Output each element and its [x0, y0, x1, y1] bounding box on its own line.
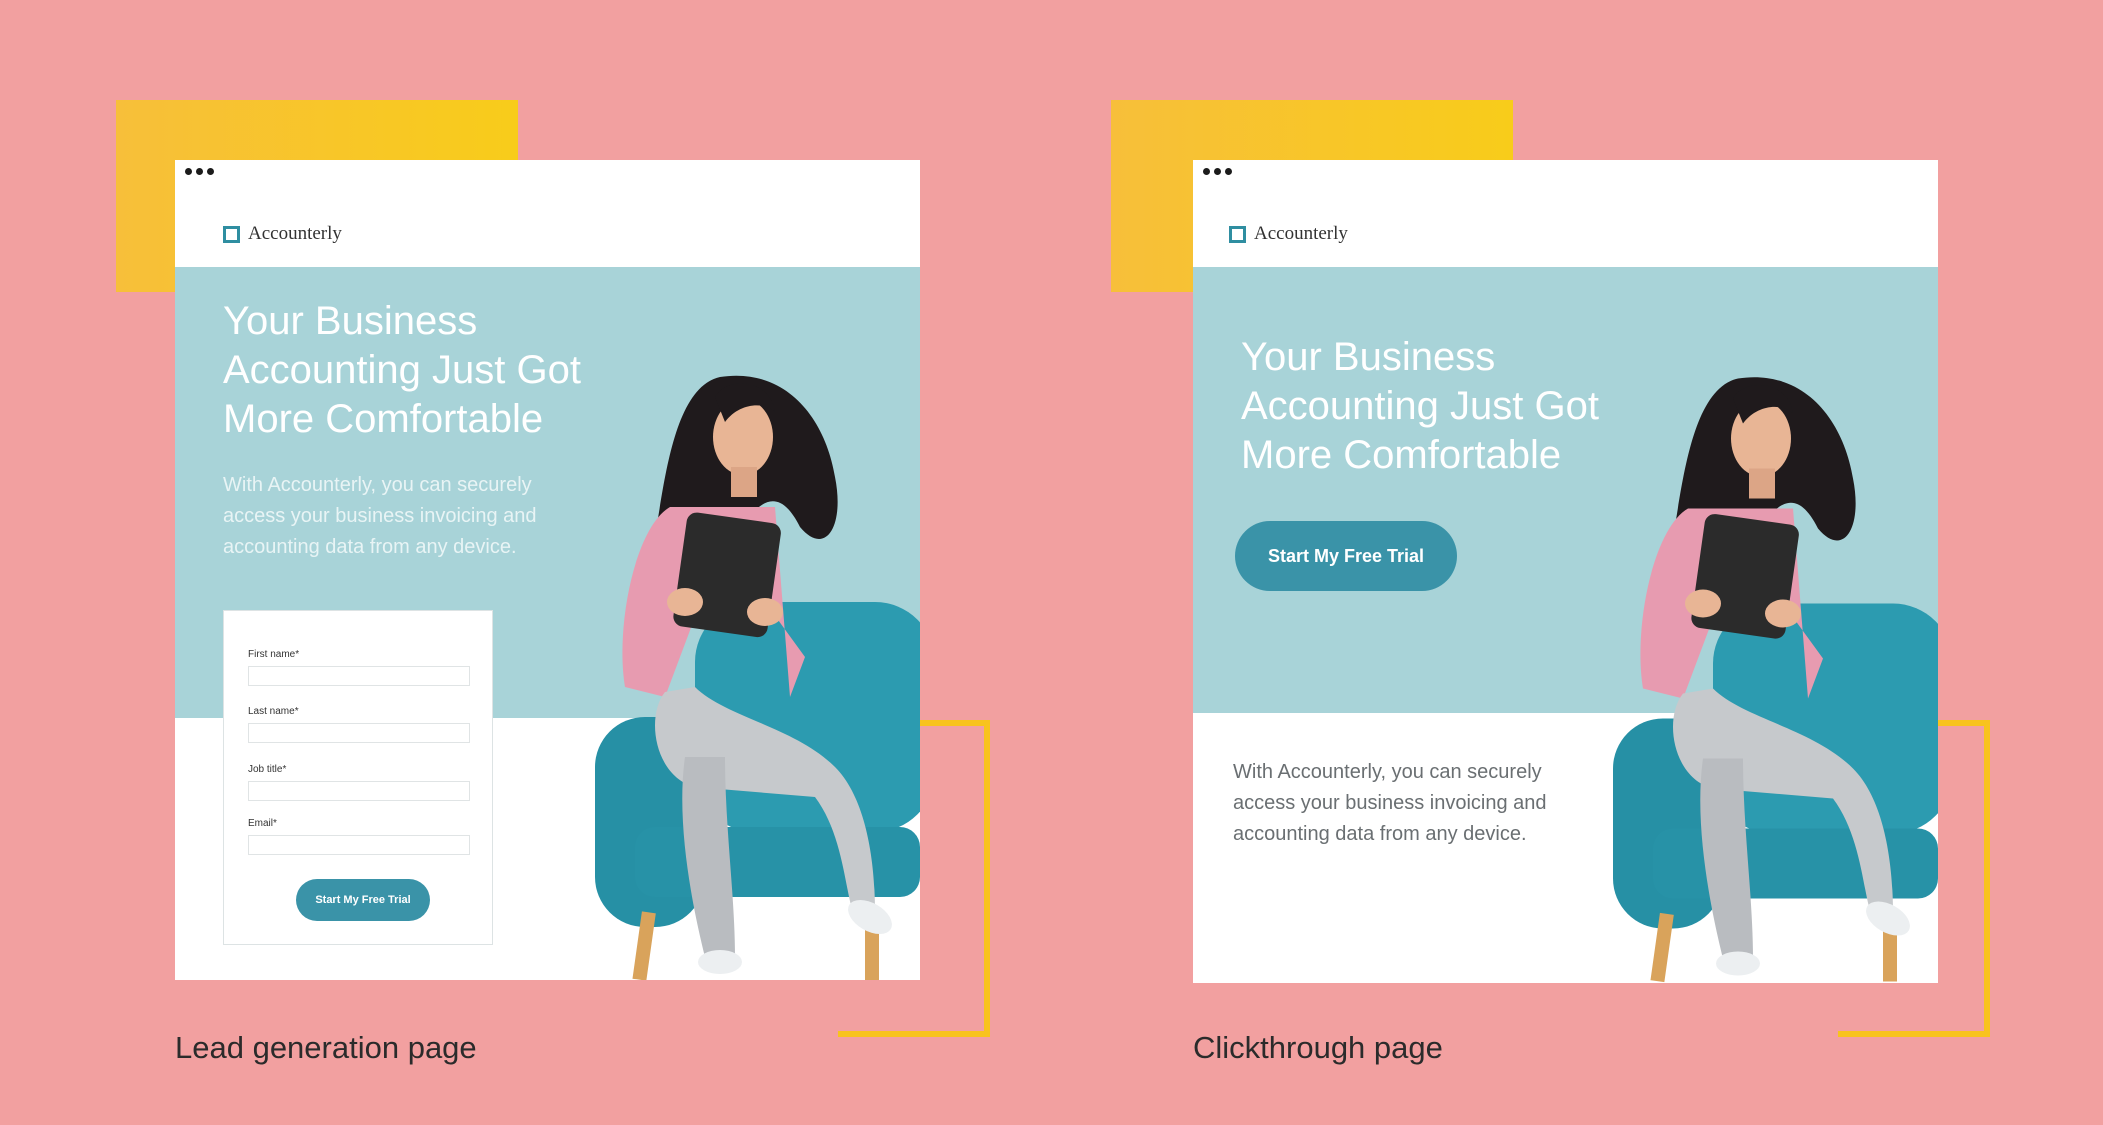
headline-line-2: Accounting Just Got [223, 348, 581, 392]
email-field[interactable] [248, 835, 470, 855]
headline-line-1: Your Business [223, 299, 478, 343]
clickthrough-page-caption: Clickthrough page [1193, 1030, 1443, 1065]
window-dots [185, 168, 214, 175]
last-name-field[interactable] [248, 723, 470, 743]
headline-line-1: Your Business [1241, 335, 1496, 379]
intro-text: With Accounterly, you can securely acces… [1233, 757, 1547, 850]
page-headline: Your Business Accounting Just Got More C… [223, 297, 581, 444]
lead-page-caption: Lead generation page [175, 1030, 477, 1065]
page-headline: Your Business Accounting Just Got More C… [1241, 333, 1599, 480]
job-title-field[interactable] [248, 781, 470, 801]
intro-line-1: With Accounterly, you can securely [1233, 761, 1542, 783]
logo-text: Accounterly [1254, 223, 1348, 244]
headline-line-3: More Comfortable [1241, 433, 1562, 477]
headline-line-3: More Comfortable [223, 397, 544, 441]
intro-line-2: access your business invoicing and [1233, 792, 1547, 814]
intro-line-1: With Accounterly, you can securely [223, 474, 532, 496]
lead-page-mockup: Accounterly Your Business Accounting Jus… [175, 160, 920, 980]
square-outline-icon [1229, 225, 1246, 243]
logo: Accounterly [1229, 223, 1348, 245]
first-name-field[interactable] [248, 666, 470, 686]
first-name-label: First name* [248, 649, 300, 660]
intro-line-3: accounting data from any device. [223, 536, 517, 558]
job-title-label: Job title* [248, 764, 287, 775]
headline-line-2: Accounting Just Got [1241, 384, 1599, 428]
lead-form: First name* Last name* Job title* Email*… [223, 610, 493, 945]
logo-text: Accounterly [248, 223, 342, 244]
last-name-label: Last name* [248, 706, 299, 717]
woman-on-chair-illustration [595, 375, 920, 980]
window-dots [1203, 168, 1232, 175]
hero-section: Your Business Accounting Just Got More C… [175, 267, 920, 980]
woman-on-chair-illustration [1613, 377, 1938, 983]
square-outline-icon [223, 225, 240, 243]
lead-submit-button[interactable]: Start My Free Trial [296, 879, 430, 921]
email-label: Email* [248, 818, 277, 829]
hero-section: Your Business Accounting Just Got More C… [1193, 267, 1938, 983]
start-free-trial-button[interactable]: Start My Free Trial [1235, 521, 1457, 591]
intro-text: With Accounterly, you can securely acces… [223, 470, 537, 563]
logo: Accounterly [223, 223, 342, 245]
clickthrough-page-mockup: Accounterly Your Business Accounting Jus… [1193, 160, 1938, 983]
intro-line-2: access your business invoicing and [223, 505, 537, 527]
intro-line-3: accounting data from any device. [1233, 823, 1527, 845]
